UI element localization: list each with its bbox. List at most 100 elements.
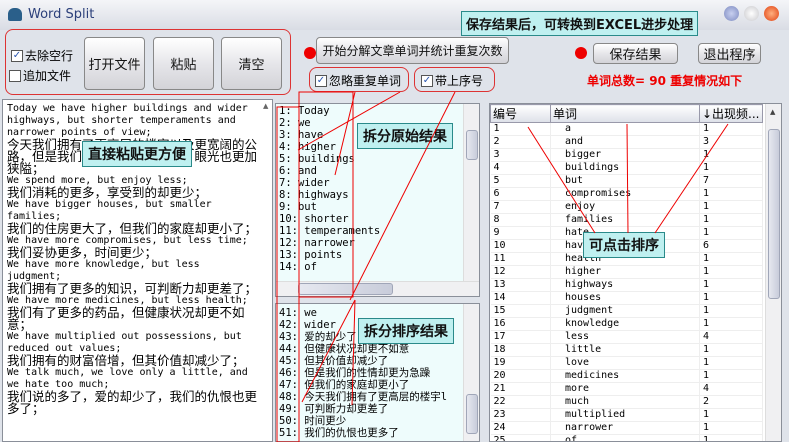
split-list-item[interactable]: 50: 时间更少	[279, 415, 476, 427]
cell-index: 4	[490, 161, 551, 175]
cell-word: but	[550, 174, 700, 188]
table-row[interactable]: 1a1	[490, 122, 763, 136]
word-frequency-table[interactable]: 编号 单词 ↓出现频... 1 a 1 2 and 3 3 bigger 1 4 buildings…	[489, 103, 782, 442]
split-list-item[interactable]: 6: and	[279, 165, 476, 177]
split-list-item[interactable]: 46: 但是我们的性情却更为急躁	[279, 367, 476, 379]
scroll-up-icon[interactable]: ▲	[263, 102, 268, 110]
clear-button[interactable]: 清空	[221, 37, 282, 90]
split-list-item[interactable]: 1: Today	[279, 105, 476, 117]
cell-frequency: 1	[699, 343, 763, 357]
close-button[interactable]	[764, 6, 779, 21]
table-row[interactable]: 8 families 1	[490, 213, 763, 227]
cell-index: 12	[490, 265, 551, 279]
column-header-word[interactable]: 单词	[550, 104, 700, 123]
word-count-summary: 单词总数= 90 重复情况如下	[587, 74, 743, 88]
scroll-thumb[interactable]	[298, 283, 393, 295]
table-row[interactable]: 18 little 1	[490, 343, 763, 357]
table-row[interactable]: 15 judgment 1	[490, 304, 763, 318]
source-text-line: 我们拥有的财富倍增，但其价值却减少了；	[7, 353, 245, 368]
vertical-scrollbar[interactable]	[463, 104, 479, 282]
cell-frequency: 4	[699, 330, 763, 344]
split-list-item[interactable]: 5: buildings	[279, 153, 476, 165]
maximize-button[interactable]	[744, 6, 759, 21]
open-file-button[interactable]: 打开文件	[84, 37, 145, 90]
split-list-item[interactable]: 44: 但健康状况却更不如意	[279, 343, 476, 355]
paste-button[interactable]: 粘贴	[153, 37, 214, 90]
table-row[interactable]: 23 multiplied 1	[490, 408, 763, 422]
table-row[interactable]: 20 medicines 1	[490, 369, 763, 383]
split-list-item[interactable]: 49: 可判断力却更差了	[279, 403, 476, 415]
cell-frequency: 1	[699, 369, 763, 383]
scroll-thumb[interactable]	[466, 130, 478, 160]
table-row[interactable]: 17 less 4	[490, 330, 763, 344]
cell-index: 1	[490, 122, 551, 136]
table-row[interactable]: 21 more 4	[490, 382, 763, 396]
table-row[interactable]: 6 compromises 1	[490, 187, 763, 201]
cell-frequency: 3	[699, 135, 763, 149]
split-list-item[interactable]: 45: 但其价值却减少了	[279, 355, 476, 367]
split-list-item[interactable]: 13: points	[279, 249, 476, 261]
remove-blank-lines-checkbox[interactable]: ✓ 去除空行	[11, 47, 73, 64]
split-list-item[interactable]: 51: 我们的仇恨也更多了	[279, 427, 476, 439]
table-row[interactable]: 22 much 2	[490, 395, 763, 409]
checkbox-label: 追加文件	[23, 69, 72, 83]
vertical-scrollbar[interactable]: ▲	[262, 100, 272, 441]
ignore-duplicates-checkbox[interactable]: ✓ 忽略重复单词	[315, 72, 401, 89]
split-list-item[interactable]: 14: of	[279, 261, 476, 273]
app-icon	[8, 8, 22, 21]
split-list-item[interactable]: 10: shorter	[279, 213, 476, 225]
horizontal-scrollbar[interactable]	[276, 281, 479, 296]
window-title: Word Split	[28, 7, 95, 22]
checkbox-label: 去除空行	[25, 49, 74, 63]
table-row[interactable]: 24 narrower 1	[490, 421, 763, 435]
scroll-up-icon[interactable]: ▲	[770, 108, 775, 116]
start-split-button[interactable]: 开始分解文章单词并统计重复次数	[316, 37, 509, 64]
cell-index: 23	[490, 408, 551, 422]
scroll-thumb[interactable]	[768, 129, 780, 299]
append-file-checkbox[interactable]: 追加文件	[9, 67, 71, 84]
split-list-item[interactable]: 9: but	[279, 201, 476, 213]
vertical-scrollbar[interactable]	[463, 304, 479, 441]
table-row[interactable]: 2 and 3	[490, 135, 763, 149]
with-index-checkbox[interactable]: ✓ 带上序号	[421, 72, 483, 89]
split-list-item[interactable]: 8: highways	[279, 189, 476, 201]
split-list-item[interactable]: 7: wider	[279, 177, 476, 189]
cell-index: 8	[490, 213, 551, 227]
table-row[interactable]: 25 of 1	[490, 434, 763, 441]
source-text-line: 我们有了更多的药品，但健康状况却更不如意；	[7, 305, 245, 332]
split-list-item[interactable]: 12: narrower	[279, 237, 476, 249]
table-row[interactable]: 4 buildings 1	[490, 161, 763, 175]
cell-index: 10	[490, 239, 551, 253]
column-header-index[interactable]: 编号	[490, 104, 551, 123]
scroll-thumb[interactable]	[466, 394, 478, 434]
split-list-item[interactable]: 11: temperaments	[279, 225, 476, 237]
table-row[interactable]: 13 highways 1	[490, 278, 763, 292]
checkbox-label: 忽略重复单词	[329, 74, 402, 88]
table-row[interactable]: 14 houses 1	[490, 291, 763, 305]
checkbox-checked-icon: ✓	[315, 74, 327, 87]
table-row[interactable]: 19 love 1	[490, 356, 763, 370]
table-row[interactable]: 5 but 7	[490, 174, 763, 188]
split-list-item[interactable]: 47: 但我们的家庭却更小了	[279, 379, 476, 391]
checkbox-checked-icon: ✓	[421, 74, 433, 87]
cell-frequency: 6	[699, 239, 763, 253]
table-row[interactable]: 12 higher 1	[490, 265, 763, 279]
cell-word: medicines	[550, 369, 700, 383]
cell-word: compromises	[550, 187, 700, 201]
source-text-line: We talk much, we love only a little, and…	[7, 367, 254, 390]
vertical-scrollbar[interactable]: ▲	[765, 104, 781, 441]
table-row[interactable]: 3 bigger 1	[490, 148, 763, 162]
exit-button[interactable]: 退出程序	[698, 43, 761, 64]
annotation-dot	[304, 47, 316, 59]
table-row[interactable]: 7 enjoy 1	[490, 200, 763, 214]
cell-index: 20	[490, 369, 551, 383]
minimize-button[interactable]	[724, 6, 739, 21]
table-row[interactable]: 16 knowledge 1	[490, 317, 763, 331]
column-header-frequency[interactable]: ↓出现频...	[699, 104, 763, 123]
cell-word: and	[550, 135, 700, 149]
split-list-item[interactable]: 48: 今天我们拥有了更高层的楼宇l	[279, 391, 476, 403]
cell-word: more	[550, 382, 700, 396]
cell-frequency: 1	[699, 213, 763, 227]
source-text-line: Today we have higher buildings and wider…	[7, 103, 254, 138]
save-result-button[interactable]: 保存结果	[593, 43, 678, 64]
